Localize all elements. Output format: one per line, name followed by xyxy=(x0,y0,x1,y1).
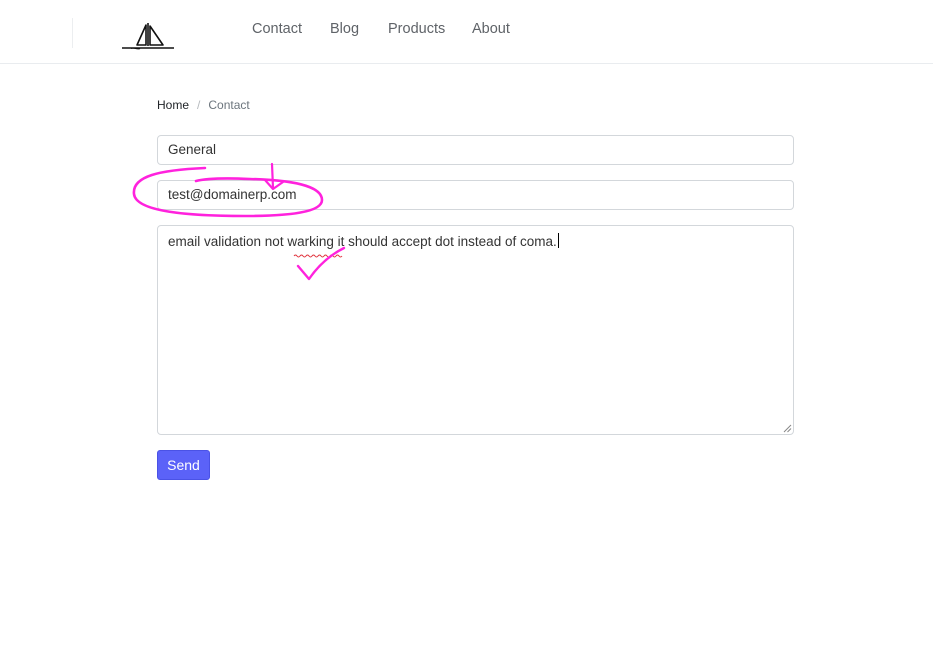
nav-link-about[interactable]: About xyxy=(472,20,510,38)
email-value: test@domainerp.com xyxy=(168,187,297,202)
top-navbar: Contact Blog Products About xyxy=(0,0,933,64)
sailboat-icon[interactable] xyxy=(119,20,177,50)
subject-field[interactable]: General xyxy=(157,135,794,165)
message-textarea[interactable]: email validation not warking it should a… xyxy=(157,225,794,435)
resize-handle-icon[interactable] xyxy=(783,424,792,433)
breadcrumb-current: Contact xyxy=(208,98,250,112)
send-button[interactable]: Send xyxy=(157,450,210,480)
nav-link-products[interactable]: Products xyxy=(388,20,445,38)
email-field[interactable]: test@domainerp.com xyxy=(157,180,794,210)
navbar-divider xyxy=(72,18,73,48)
nav-link-blog[interactable]: Blog xyxy=(330,20,359,38)
breadcrumb-separator: / xyxy=(197,98,201,112)
breadcrumb: Home / Contact xyxy=(157,97,250,113)
message-value: email validation not warking it should a… xyxy=(168,234,557,249)
nav-link-contact[interactable]: Contact xyxy=(252,20,302,38)
breadcrumb-home[interactable]: Home xyxy=(157,97,189,113)
text-caret xyxy=(557,233,559,248)
subject-value: General xyxy=(168,142,217,157)
